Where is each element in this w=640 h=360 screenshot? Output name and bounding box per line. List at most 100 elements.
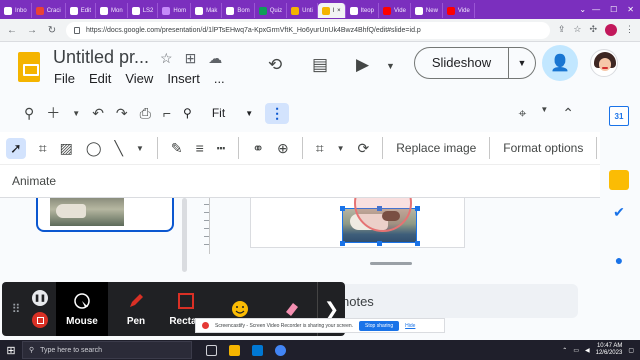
resize-handle[interactable] [415,206,420,211]
shape-icon[interactable]: ◯ [86,140,102,157]
zoom-select[interactable]: ⚲ Fit ▼ [183,106,253,120]
add-comment-icon[interactable]: ⊕ [277,140,289,157]
browser-tab[interactable]: Hom [158,3,192,18]
border-weight-icon[interactable]: ≡ [196,140,204,156]
image-icon[interactable]: ▨ [60,140,73,157]
browser-tab[interactable]: Unti [287,3,318,18]
meet-camera-icon[interactable]: ▶ [356,55,369,75]
network-icon[interactable]: ▭ [573,347,579,354]
contacts-icon[interactable]: ● [609,250,629,270]
resize-handle[interactable] [340,206,345,211]
mail-icon[interactable] [252,344,263,356]
browser-tab[interactable]: Vide [379,3,411,18]
print-icon[interactable]: ⎙ [140,105,151,122]
windows-start-icon[interactable]: ⊞ [0,344,22,357]
resize-handle[interactable] [340,241,345,246]
close-window-icon[interactable]: ✕ [627,5,634,14]
pause-icon[interactable]: ❚❚ [32,290,48,306]
share-page-icon[interactable]: ⇪ [558,24,566,36]
cloud-status-icon[interactable]: ☁ [208,50,222,67]
browser-tab[interactable]: Mon [96,3,128,18]
select-mode-icon[interactable]: ⌖ [518,105,526,122]
browser-tab-active[interactable]: l × [317,3,346,18]
keep-icon[interactable] [609,170,629,190]
filmstrip-scrollbar[interactable] [182,198,187,272]
slideshow-label[interactable]: Slideshow [415,48,509,78]
undo-icon[interactable]: ↶ [92,105,104,122]
move-folder-icon[interactable]: ⊞ [185,50,197,67]
reset-image-icon[interactable]: ⟳ [358,140,370,157]
maximize-icon[interactable]: ☐ [610,5,617,14]
file-explorer-icon[interactable] [229,344,240,356]
stop-sharing-button[interactable]: Stop sharing [359,320,400,331]
browser-menu-icon[interactable]: ⋮ [625,24,634,36]
browser-tab[interactable]: Edit [66,3,97,18]
calendar-icon[interactable]: 31 [609,106,629,126]
format-options-button[interactable]: Format options [503,141,583,155]
user-avatar[interactable] [590,49,618,77]
url-input[interactable]: https://docs.google.com/presentation/d/1… [66,21,550,39]
slides-logo-icon[interactable] [18,52,40,82]
tab-close-icon[interactable]: × [337,8,341,14]
resize-handle[interactable] [377,241,382,246]
browser-tab[interactable]: Mak [191,3,223,18]
paint-format-icon[interactable]: ⌐ [163,105,171,121]
tray-chevron-icon[interactable]: ⌃ [562,347,567,354]
menu-more[interactable]: ... [214,71,225,86]
speaker-notes[interactable]: notes [328,284,578,318]
bookmark-star-icon[interactable]: ☆ [573,24,581,36]
line-icon[interactable]: ╲ [115,140,123,157]
menu-insert[interactable]: Insert [167,71,200,86]
browser-tab[interactable]: Craci [32,3,66,18]
document-title[interactable]: Untitled pr... [53,47,149,68]
menu-file[interactable]: File [54,71,75,86]
resize-handle[interactable] [415,241,420,246]
border-dash-icon[interactable]: ┅ [217,140,225,157]
select-dropdown-icon[interactable]: ▼ [540,105,548,122]
extensions-icon[interactable]: ✣ [589,24,597,36]
border-color-icon[interactable]: ✎ [171,140,183,157]
stop-recording-icon[interactable] [32,312,48,328]
pen-tool[interactable]: Pen [110,282,162,336]
back-icon[interactable]: ← [6,25,18,36]
slide-thumbnail[interactable] [36,198,174,232]
forward-icon[interactable]: → [26,25,38,36]
tasks-icon[interactable]: ✔ [609,202,629,222]
animate-button[interactable]: Animate [12,174,56,188]
menu-edit[interactable]: Edit [89,71,111,86]
crop-dropdown-icon[interactable]: ▼ [337,144,345,153]
mouse-tool[interactable]: Mouse [56,282,108,336]
browser-tab[interactable]: Bom [222,3,255,18]
tab-search-chevron-icon[interactable]: ⌄ [573,5,592,14]
browser-tab[interactable]: LS2 [128,3,159,18]
replace-image-button[interactable]: Replace image [396,141,476,155]
line-dropdown-icon[interactable]: ▼ [136,144,144,153]
new-slide-icon[interactable]: ＋ [46,103,60,123]
insert-link-icon[interactable]: ⚭ [252,140,264,157]
meet-dropdown-icon[interactable]: ▼ [386,61,395,71]
version-history-icon[interactable]: ⟲ [268,55,282,75]
profile-avatar-icon[interactable] [605,24,617,36]
browser-tab[interactable]: Vide [443,3,475,18]
notes-resize-handle[interactable] [370,262,412,265]
taskbar-search-input[interactable]: ⚲ Type here to search [22,341,192,359]
select-pointer-icon[interactable]: ➚ [6,137,26,159]
chrome-icon[interactable] [275,344,286,356]
browser-tab[interactable]: Inbo [0,3,32,18]
slideshow-dropdown-icon[interactable]: ▼ [509,58,535,68]
notifications-icon[interactable]: ▢ [628,347,634,354]
comments-icon[interactable]: ▤ [312,55,328,75]
search-menus-icon[interactable]: ⚲ [24,105,34,122]
volume-icon[interactable]: ◀ [585,347,590,354]
more-options-icon[interactable]: ⋮ [265,102,290,124]
crop-icon[interactable]: ⌗ [316,140,324,157]
slideshow-button[interactable]: Slideshow ▼ [414,47,536,79]
browser-tab[interactable]: Quiz [255,3,288,18]
browser-tab[interactable]: Iteop [346,3,379,18]
menu-view[interactable]: View [125,71,153,86]
drag-handle-icon[interactable]: ⠿ [8,302,24,316]
reload-icon[interactable]: ↻ [46,25,58,36]
share-person-icon[interactable]: 👤 [542,45,578,81]
new-slide-dropdown-icon[interactable]: ▼ [72,109,80,118]
taskbar-clock[interactable]: 10:47 AM 12/6/2023 [596,343,623,357]
